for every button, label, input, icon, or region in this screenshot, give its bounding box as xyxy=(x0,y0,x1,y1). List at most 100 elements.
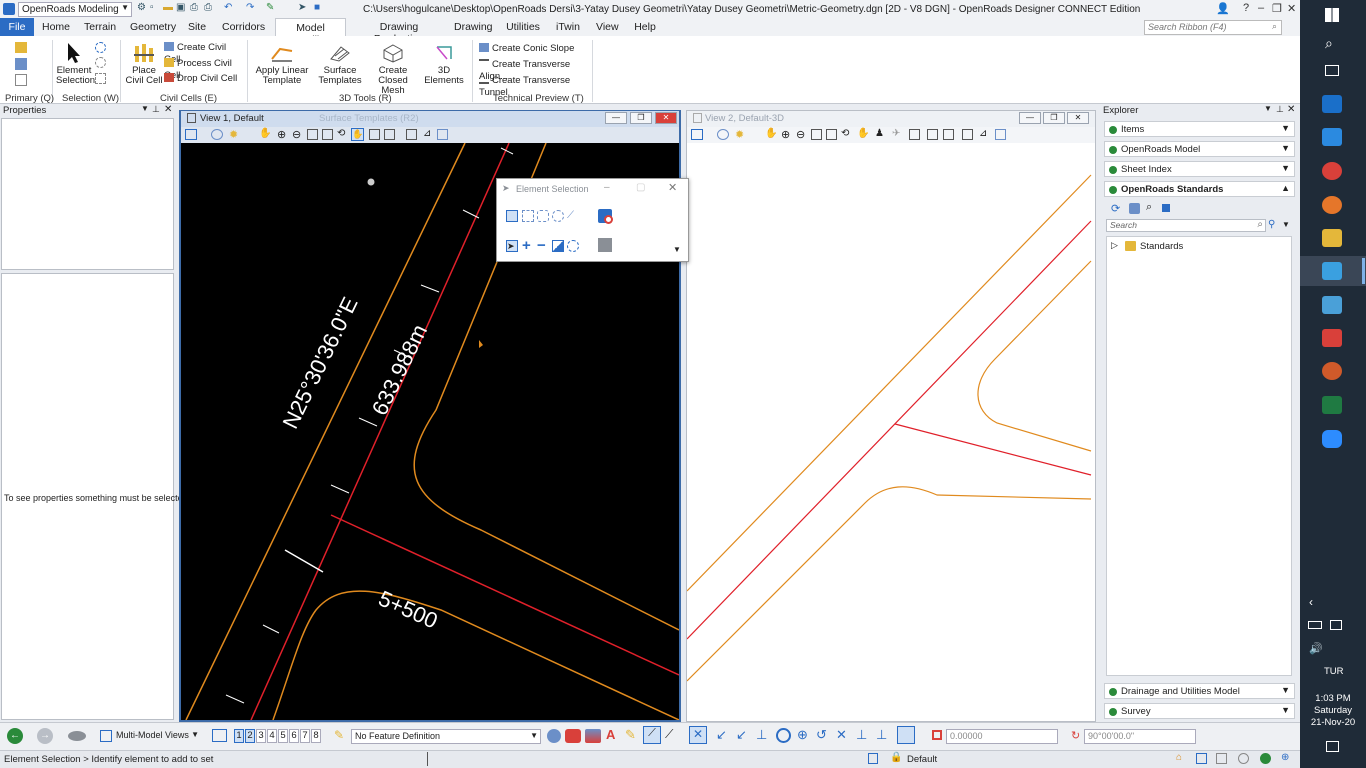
tab-help[interactable]: Help xyxy=(634,18,656,36)
snap-parallel-icon[interactable]: ⊥ xyxy=(876,727,887,743)
view-toggle-6[interactable]: 6 xyxy=(289,729,299,743)
lighting-icon[interactable]: ✹ xyxy=(735,128,744,141)
undo-icon[interactable]: ↶ xyxy=(224,2,235,14)
view-attributes-icon[interactable] xyxy=(691,129,703,140)
pin-icon[interactable]: ✎ xyxy=(266,2,277,14)
copy-view-icon[interactable] xyxy=(962,129,973,140)
tree-item-standards[interactable]: Standards xyxy=(1140,241,1183,252)
place-civil-cell-button[interactable]: Place Civil Cell xyxy=(126,40,162,86)
view-toggle-3[interactable]: 3 xyxy=(256,729,266,743)
grid-icon[interactable] xyxy=(1196,753,1207,764)
mode-clear-icon[interactable] xyxy=(567,240,579,252)
zoom-in-icon[interactable]: ⊕ xyxy=(277,128,286,141)
explorer-section-survey[interactable]: Survey ▼ xyxy=(1104,703,1295,719)
mode-invert-icon[interactable] xyxy=(552,240,564,252)
lighting-icon[interactable]: ✹ xyxy=(229,128,238,141)
chevron-left-icon[interactable]: ‹ xyxy=(1309,595,1313,609)
acrobat-icon[interactable] xyxy=(1322,329,1342,347)
mail-icon[interactable] xyxy=(1322,128,1342,146)
create-conic-slope-button[interactable]: Create Conic Slope xyxy=(479,42,589,54)
fly-icon[interactable]: ✈ xyxy=(892,128,900,139)
snap-bisector-icon[interactable]: ↺ xyxy=(816,727,827,743)
apply-linear-template-button[interactable]: Apply Linear Template xyxy=(250,40,314,86)
active-level[interactable]: Default xyxy=(907,754,937,765)
dialog-minimize-button[interactable]: – xyxy=(604,182,610,193)
help-square-icon[interactable]: ■ xyxy=(314,2,325,14)
filter-icon[interactable] xyxy=(1162,204,1170,212)
pan-icon[interactable]: ✋ xyxy=(259,128,271,139)
process-civil-cell-button[interactable]: Process Civil Cell xyxy=(164,57,244,81)
dialog-maximize-button[interactable]: ▢ xyxy=(636,182,645,193)
snap-surface-icon[interactable] xyxy=(565,729,581,743)
sync-icon[interactable] xyxy=(1238,753,1249,764)
zoom-app-icon[interactable] xyxy=(1322,430,1342,448)
feature-definition-selector[interactable]: No Feature Definition ▼ xyxy=(351,729,541,744)
keyboard-language[interactable]: TUR xyxy=(1324,666,1344,677)
camera-icon[interactable] xyxy=(909,129,920,140)
notifications-icon[interactable] xyxy=(1326,741,1339,752)
view-toggle-7[interactable]: 7 xyxy=(300,729,310,743)
bird-app-icon[interactable] xyxy=(1322,162,1342,180)
walk-icon[interactable]: ♟ xyxy=(875,128,884,139)
redo-icon[interactable]: ↷ xyxy=(246,2,257,14)
view-mode-selector[interactable]: Multi-Model Views ▼ xyxy=(113,729,201,744)
print-icon[interactable]: ⎙ xyxy=(190,2,201,14)
view-toggle-2[interactable]: 2 xyxy=(245,729,255,743)
view-2-close-button[interactable]: ✕ xyxy=(1067,112,1089,124)
attributes-icon[interactable] xyxy=(15,42,27,53)
explorer-section-openroads-model[interactable]: OpenRoads Model ▼ xyxy=(1104,141,1295,157)
new-file-icon[interactable]: ▫ xyxy=(150,2,161,14)
create-transverse-align-button[interactable]: Create Transverse Align... xyxy=(479,58,589,82)
display-style-icon[interactable] xyxy=(717,129,729,140)
clip-mask-icon[interactable] xyxy=(995,129,1006,140)
create-closed-mesh-button[interactable]: Create Closed Mesh xyxy=(366,40,420,96)
create-transverse-tunnel-button[interactable]: Create Transverse Tunnel xyxy=(479,74,589,98)
view-toggle-1[interactable]: 1 xyxy=(234,729,244,743)
network-tray-icon[interactable] xyxy=(1330,620,1342,630)
clip-volume-icon[interactable]: ⊿ xyxy=(423,128,431,139)
volume-icon[interactable]: 🔊 xyxy=(1309,642,1323,655)
snap-mode-icon[interactable]: ✕ xyxy=(689,726,707,744)
fit-view-icon[interactable] xyxy=(322,129,333,140)
view-toggle-8[interactable]: 8 xyxy=(311,729,321,743)
tab-terrain[interactable]: Terrain xyxy=(84,18,116,36)
explorer-section-openroads-standards[interactable]: OpenRoads Standards ▲ xyxy=(1104,181,1295,197)
select-dotted-circle-icon[interactable] xyxy=(95,42,106,53)
model-icon[interactable] xyxy=(68,731,86,741)
snap-perpendicular-icon[interactable] xyxy=(897,726,915,744)
print-preview-icon[interactable]: ⎙ xyxy=(204,2,215,14)
text-icon[interactable]: A xyxy=(606,727,615,742)
select-block-icon[interactable] xyxy=(522,210,534,222)
explorer-section-items[interactable]: Items ▼ xyxy=(1104,121,1295,137)
network-icon[interactable] xyxy=(1216,753,1227,764)
properties-selection-list[interactable] xyxy=(1,118,174,270)
view-2-canvas[interactable] xyxy=(686,110,1096,722)
select-box-icon[interactable] xyxy=(95,73,106,84)
dialog-close-button[interactable]: ✕ xyxy=(668,181,677,194)
explorer-search-input[interactable]: Search ⌕ xyxy=(1106,219,1266,232)
explorer-section-drainage[interactable]: Drainage and Utilities Model ▼ xyxy=(1104,683,1295,699)
pin-panel-icon[interactable]: ⊥ xyxy=(152,104,160,115)
select-line-icon[interactable]: ⟋ xyxy=(567,210,579,222)
tab-site[interactable]: Site xyxy=(186,18,208,36)
outlook-icon[interactable] xyxy=(1322,95,1342,113)
view-attributes-icon[interactable] xyxy=(185,129,197,140)
snap-terrain-icon[interactable] xyxy=(547,729,561,743)
close-window-button[interactable]: ✕ xyxy=(1287,2,1296,15)
distance-input[interactable]: 0.00000 xyxy=(946,729,1058,744)
3d-elements-button[interactable]: 3D Elements xyxy=(422,40,466,86)
close-panel-icon[interactable]: ✕ xyxy=(164,104,172,115)
window-area-icon[interactable] xyxy=(811,129,822,140)
refresh-icon[interactable]: ⟳ xyxy=(1111,202,1120,215)
view-toggle-5[interactable]: 5 xyxy=(278,729,288,743)
mode-add-icon[interactable]: + xyxy=(522,237,534,254)
snap-profile-icon[interactable] xyxy=(585,729,601,743)
tab-drawing-production[interactable]: Drawing Production xyxy=(358,18,440,45)
view-2-restore-button[interactable]: ❐ xyxy=(1043,112,1065,124)
search-icon[interactable]: ⌕ xyxy=(1325,35,1333,52)
rotate-view-icon[interactable]: ⟲ xyxy=(841,128,849,139)
pin-panel-icon[interactable]: ⊥ xyxy=(1276,104,1284,115)
explorer-section-sheet-index[interactable]: Sheet Index ▼ xyxy=(1104,161,1295,177)
rotate-view-icon[interactable]: ⟲ xyxy=(337,128,345,139)
pointer-icon[interactable]: ➤ xyxy=(298,2,309,14)
